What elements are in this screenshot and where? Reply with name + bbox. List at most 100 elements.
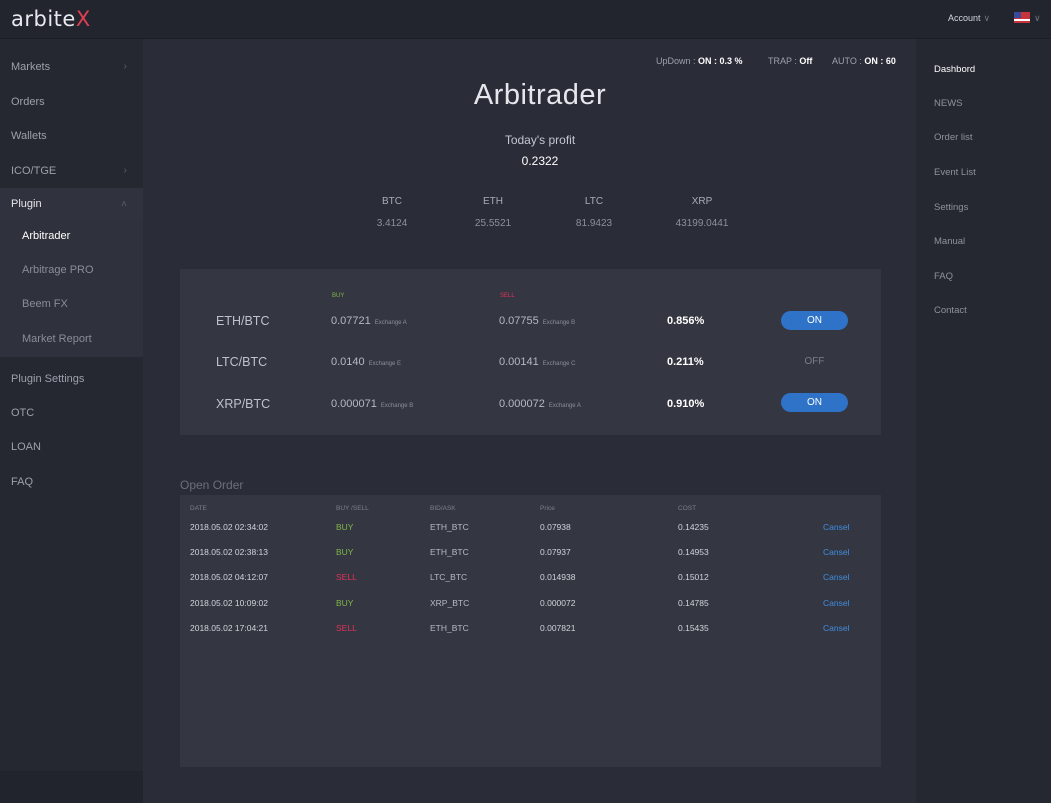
open-order-table: [180, 495, 881, 767]
sidebar-subitem-beem-fx[interactable]: Beem FX: [0, 287, 143, 321]
arbitrage-panel: [180, 269, 881, 435]
order-side: SELL: [336, 572, 357, 582]
order-price: 0.000072: [540, 598, 576, 608]
order-date: 2018.05.02 17:04:21: [190, 623, 268, 633]
order-side: BUY: [336, 547, 354, 557]
arb-toggle-on[interactable]: ON: [781, 311, 848, 330]
chevron-up-icon: ˄: [121, 199, 127, 210]
sidebar-item-label: Markets: [11, 61, 51, 73]
status-label: UpDown :: [656, 56, 699, 66]
sell-exchange: Exchange A: [548, 403, 581, 409]
sidebar-item-plugin-settings[interactable]: Plugin Settings: [0, 362, 143, 396]
sell-exchange: Exchange C: [542, 361, 576, 367]
profit-value: 0.2322: [521, 154, 559, 168]
sidebar-item-faq[interactable]: FAQ: [0, 465, 143, 499]
coin-name-eth: ETH: [483, 196, 503, 207]
order-cost: 0.14785: [678, 598, 709, 608]
brand-accent: X: [75, 7, 91, 31]
order-cost: 0.14953: [678, 547, 709, 557]
right-nav-manual[interactable]: Manual: [934, 236, 965, 247]
status-label: AUTO :: [832, 56, 865, 66]
order-price: 0.014938: [540, 572, 576, 582]
status-updown: UpDown : ON : 0.3 %: [656, 56, 743, 66]
arb-percent: 0.211%: [667, 356, 704, 368]
status-value: ON : 60: [864, 56, 896, 66]
page-title: Arbitrader: [473, 79, 607, 111]
chevron-down-icon: ∨: [983, 13, 991, 23]
cancel-order-link[interactable]: Cansel: [823, 522, 849, 532]
sidebar-item-plugin[interactable]: Plugin ˄: [0, 188, 143, 221]
sidebar-subitem-arbitrader[interactable]: Arbitrader: [0, 219, 143, 253]
arb-buy-price: 0.000071 Exchange B: [331, 398, 413, 410]
order-price: 0.07938: [540, 522, 571, 532]
column-header-date: DATE: [190, 505, 207, 512]
arb-toggle-off[interactable]: OFF: [781, 356, 848, 367]
arb-toggle-on[interactable]: ON: [781, 393, 848, 412]
order-pair: LTC_BTC: [430, 572, 468, 582]
sidebar-subitem-market-report[interactable]: Market Report: [0, 322, 143, 356]
column-header-bid-ask: BID/ASK: [430, 505, 456, 512]
sell-price-value: 0.000072: [499, 398, 545, 410]
account-menu[interactable]: Account ∨: [948, 13, 990, 24]
arb-sell-price: 0.07755 Exchange B: [499, 315, 575, 327]
sidebar-item-loan[interactable]: LOAN: [0, 430, 143, 464]
arb-percent: 0.856%: [667, 315, 705, 327]
sidebar-item-otc[interactable]: OTC: [0, 396, 143, 430]
buy-exchange: Exchange A: [374, 320, 407, 326]
sell-price-value: 0.07755: [499, 315, 539, 327]
right-nav-contact[interactable]: Contact: [934, 305, 967, 316]
order-date: 2018.05.02 10:09:02: [190, 598, 268, 608]
order-cost: 0.15012: [678, 572, 709, 582]
arb-pair: LTC/BTC: [216, 355, 268, 369]
column-header-cost: COST: [678, 505, 697, 512]
order-pair: XRP_BTC: [430, 598, 470, 608]
profit-label: Today's profit: [504, 133, 576, 147]
buy-price-value: 0.000071: [331, 398, 377, 410]
arb-sell-price: 0.000072 Exchange A: [499, 398, 581, 410]
brand-name: arbite: [11, 7, 76, 31]
brand-logo[interactable]: arbiteX: [11, 7, 91, 31]
order-side: BUY: [336, 598, 354, 608]
column-header-price: Price: [540, 505, 555, 512]
cancel-order-link[interactable]: Cansel: [823, 623, 849, 633]
arb-pair: ETH/BTC: [216, 314, 270, 328]
buy-price-value: 0.07721: [331, 315, 371, 327]
top-bar: arbiteX Account ∨ ∨: [0, 0, 1051, 39]
status-value: Off: [799, 56, 813, 66]
sidebar-footer: [0, 771, 143, 803]
us-flag-icon[interactable]: [1014, 12, 1030, 23]
column-header-buy-sell: BUY /SELL: [336, 505, 369, 512]
buy-exchange: Exchange B: [380, 403, 414, 409]
arb-buy-price: 0.07721 Exchange A: [331, 315, 407, 327]
sell-price-value: 0.00141: [499, 356, 539, 368]
right-nav-dashboard[interactable]: Dashbord: [934, 64, 975, 75]
coin-name-btc: BTC: [382, 196, 402, 207]
order-cost: 0.15435: [678, 623, 709, 633]
right-nav-settings[interactable]: Settings: [934, 202, 968, 213]
order-cost: 0.14235: [678, 522, 709, 532]
right-nav-faq[interactable]: FAQ: [934, 271, 953, 282]
status-auto: AUTO : ON : 60: [832, 56, 896, 66]
cancel-order-link[interactable]: Cansel: [823, 547, 849, 557]
sell-exchange: Exchange B: [542, 320, 576, 326]
status-trap: TRAP : Off: [768, 56, 812, 66]
order-pair: ETH_BTC: [430, 547, 469, 557]
coin-name-ltc: LTC: [584, 196, 604, 207]
right-nav-event-list[interactable]: Event List: [934, 167, 976, 178]
open-order-title: Open Order: [180, 478, 244, 492]
cancel-order-link[interactable]: Cansel: [823, 572, 849, 582]
sidebar-item-label: Plugin: [11, 198, 42, 210]
coin-value-btc: 3.4124: [376, 218, 408, 229]
order-date: 2018.05.02 02:34:02: [190, 522, 268, 532]
arb-buy-price: 0.0140 Exchange E: [331, 356, 401, 368]
sell-column-label: SELL: [500, 293, 515, 299]
sidebar-subitem-arbitrage-pro[interactable]: Arbitrage PRO: [0, 253, 143, 287]
coin-value-xrp: 43199.0441: [675, 218, 729, 229]
cancel-order-link[interactable]: Cansel: [823, 598, 849, 608]
language-chevron-down-icon[interactable]: ∨: [1034, 13, 1041, 24]
buy-exchange: Exchange E: [368, 361, 402, 367]
buy-column-label: BUY: [332, 293, 345, 299]
coin-name-xrp: XRP: [691, 196, 713, 207]
order-price: 0.07937: [540, 547, 571, 557]
arb-percent: 0.910%: [667, 398, 705, 410]
